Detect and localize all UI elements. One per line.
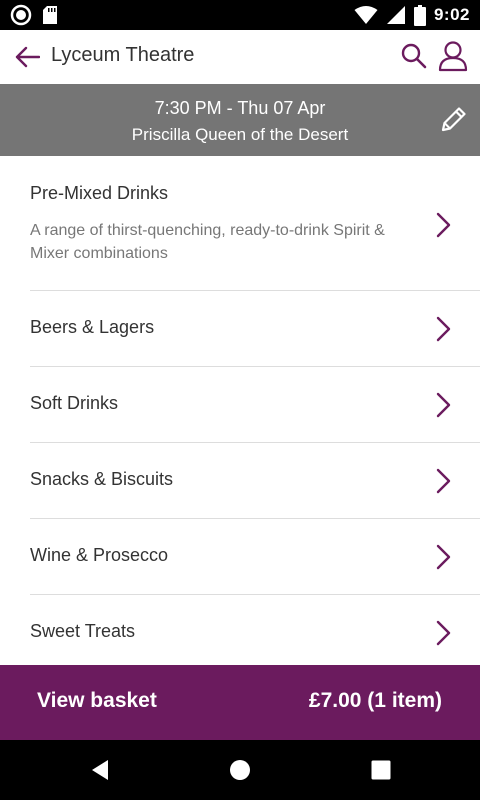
- category-title: Beers & Lagers: [30, 317, 155, 337]
- system-back-button[interactable]: [89, 758, 113, 782]
- event-show-name: Priscilla Queen of the Desert: [131, 125, 349, 144]
- wifi-icon: [354, 6, 378, 24]
- basket-total: £7.00 (1 item): [308, 689, 442, 712]
- system-nav-bar: [0, 740, 480, 800]
- category-title: Soft Drinks: [30, 393, 119, 413]
- search-button[interactable]: [400, 42, 428, 70]
- status-left: [10, 4, 58, 26]
- chevron-right-icon: [436, 212, 451, 238]
- category-list: Pre-Mixed Drinks A range of thirst-quenc…: [0, 156, 480, 665]
- chevron-right-icon: [436, 544, 451, 570]
- record-icon: [10, 4, 32, 26]
- category-title: Sweet Treats: [30, 621, 136, 641]
- category-title: Snacks & Biscuits: [30, 469, 174, 489]
- category-item-beers-lagers[interactable]: Beers & Lagers: [30, 291, 480, 367]
- profile-button[interactable]: [438, 40, 468, 72]
- status-right: 9:02: [354, 4, 470, 26]
- recents-square-icon: [371, 760, 391, 780]
- chevron-right-icon: [436, 468, 451, 494]
- view-basket-button[interactable]: View basket £7.00 (1 item): [0, 665, 480, 740]
- event-datetime: 7:30 PM - Thu 07 Apr: [154, 98, 326, 118]
- category-item-snacks-biscuits[interactable]: Snacks & Biscuits: [30, 443, 480, 519]
- back-button[interactable]: [12, 42, 42, 72]
- category-title: Wine & Prosecco: [30, 545, 169, 565]
- sd-card-icon: [43, 6, 57, 24]
- pencil-icon: [441, 107, 466, 132]
- event-banner: 7:30 PM - Thu 07 Apr Priscilla Queen of …: [0, 84, 480, 156]
- home-circle-icon: [230, 760, 250, 780]
- edit-event-button[interactable]: [437, 104, 469, 136]
- chevron-right-icon: [436, 392, 451, 418]
- category-item-soft-drinks[interactable]: Soft Drinks: [30, 367, 480, 443]
- search-icon: [401, 43, 427, 69]
- category-description: A range of thirst-quenching, ready-to-dr…: [30, 222, 385, 262]
- system-recents-button[interactable]: [369, 758, 393, 782]
- status-time: 9:02: [433, 5, 470, 24]
- basket-label: View basket: [37, 689, 157, 712]
- battery-icon: [413, 4, 426, 26]
- signal-icon: [386, 6, 405, 24]
- category-item-pre-mixed-drinks[interactable]: Pre-Mixed Drinks A range of thirst-quenc…: [30, 156, 480, 291]
- category-title: Pre-Mixed Drinks: [30, 183, 169, 203]
- category-item-sweet-treats[interactable]: Sweet Treats: [30, 595, 480, 665]
- page-title: Lyceum Theatre: [51, 44, 195, 66]
- system-home-button[interactable]: [228, 758, 252, 782]
- back-arrow-icon: [15, 46, 40, 68]
- chevron-right-icon: [436, 316, 451, 342]
- app-header: Lyceum Theatre: [0, 30, 480, 84]
- chevron-right-icon: [436, 620, 451, 646]
- status-bar: 9:02: [0, 0, 480, 30]
- back-triangle-icon: [92, 760, 108, 780]
- user-icon: [438, 41, 468, 72]
- category-item-wine-prosecco[interactable]: Wine & Prosecco: [30, 519, 480, 595]
